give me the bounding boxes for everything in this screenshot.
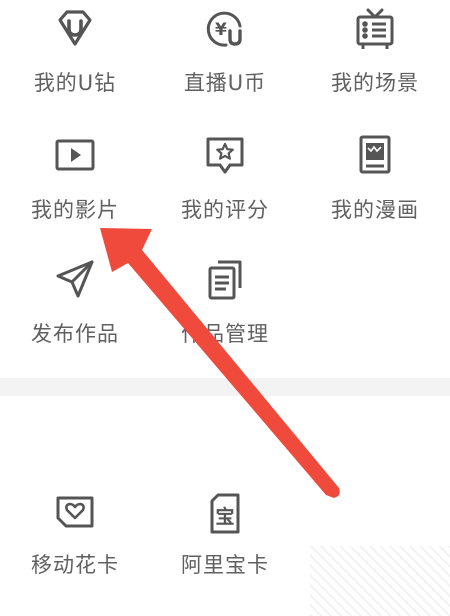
paper-plane-icon	[56, 260, 94, 298]
u-coin-icon: ¥	[206, 11, 242, 47]
menu-item-ali-bao-card[interactable]: 宝 阿里宝卡	[150, 486, 300, 596]
coin-glyph: ¥	[215, 20, 227, 40]
rating-star-icon	[206, 137, 244, 174]
menu-label: 阿里宝卡	[181, 553, 269, 577]
menu-label: 直播U币	[183, 71, 267, 95]
menu-item-live-u-coin[interactable]: ¥ 直播U币	[150, 0, 300, 110]
features-grid: 我的U钻 ¥ 直播U币 我的场景 我的影片 我的评分 我的漫画 发布作品 作品管…	[0, 0, 450, 378]
section-divider	[0, 378, 450, 396]
menu-item-mobile-flower-card[interactable]: 移动花卡	[0, 486, 150, 596]
tv-scene-icon	[356, 8, 394, 49]
menu-item-u-diamond[interactable]: 我的U钻	[0, 0, 150, 110]
menu-label: 我的场景	[331, 71, 419, 95]
menu-label: 我的漫画	[331, 198, 419, 222]
menu-item-publish-works[interactable]: 发布作品	[0, 252, 150, 362]
documents-icon	[208, 260, 242, 300]
comic-book-icon	[359, 135, 391, 174]
sim-card-heart-icon	[56, 496, 94, 528]
menu-label: 我的影片	[31, 198, 119, 222]
u-diamond-icon	[58, 10, 92, 46]
sim-card-bao-icon: 宝	[210, 493, 240, 534]
sim-cards-grid: 移动花卡 宝 阿里宝卡	[0, 396, 450, 616]
menu-item-my-scenes[interactable]: 我的场景	[300, 0, 450, 110]
menu-item-my-ratings[interactable]: 我的评分	[150, 128, 300, 238]
menu-label: 作品管理	[181, 322, 269, 346]
menu-item-my-comics[interactable]: 我的漫画	[300, 128, 450, 238]
bao-glyph: 宝	[216, 505, 235, 528]
menu-item-my-films[interactable]: 我的影片	[0, 128, 150, 238]
menu-item-works-management[interactable]: 作品管理	[150, 252, 300, 362]
menu-label: 我的U钻	[33, 71, 117, 95]
menu-label: 移动花卡	[31, 553, 119, 577]
video-play-icon	[55, 139, 95, 171]
watermark	[310, 546, 450, 616]
menu-label: 发布作品	[31, 322, 119, 346]
menu-label: 我的评分	[181, 198, 269, 222]
